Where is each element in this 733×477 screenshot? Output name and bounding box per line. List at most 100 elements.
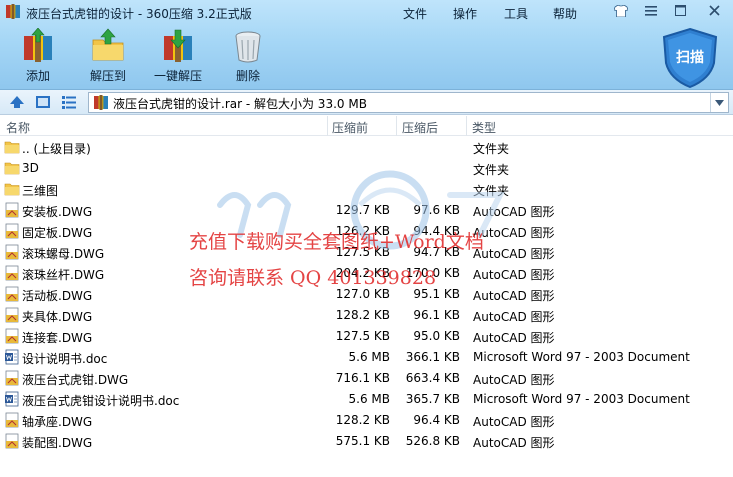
- table-row[interactable]: 固定板.DWG 126.2 KB 94.4 KB AutoCAD 图形: [0, 221, 733, 242]
- file-original-size: 96.4 KB: [413, 413, 460, 427]
- table-row[interactable]: 滚珠丝杆.DWG 204.2 KB 170.0 KB AutoCAD 图形: [0, 263, 733, 284]
- table-row[interactable]: 装配图.DWG 575.1 KB 526.8 KB AutoCAD 图形: [0, 431, 733, 452]
- address-field[interactable]: 液压台式虎钳的设计.rar - 解包大小为 33.0 MB: [88, 92, 729, 113]
- restore-button[interactable]: [669, 2, 691, 19]
- dwg-file-icon: [5, 433, 19, 449]
- file-type: Microsoft Word 97 - 2003 Document: [473, 392, 690, 406]
- skin-button[interactable]: [610, 2, 632, 19]
- file-type: AutoCAD 图形: [473, 373, 555, 387]
- dwg-file-icon: [5, 307, 19, 323]
- menu-file[interactable]: 文件: [403, 5, 427, 22]
- title-toolbar-area: 液压台式虎钳的设计 - 360压缩 3.2正式版 文件 操作 工具 帮助 添加 …: [0, 0, 733, 90]
- file-original-size: 94.7 KB: [413, 245, 460, 259]
- column-type[interactable]: 类型: [472, 119, 496, 136]
- column-original[interactable]: 压缩后: [402, 119, 438, 136]
- file-type: 文件夹: [473, 163, 510, 177]
- list-view-icon[interactable]: [61, 94, 77, 110]
- close-button[interactable]: [703, 2, 725, 19]
- table-row[interactable]: 夹具体.DWG 128.2 KB 96.1 KB AutoCAD 图形: [0, 305, 733, 326]
- add-archive-icon: [24, 28, 52, 62]
- add-button[interactable]: 添加: [8, 28, 68, 86]
- table-row[interactable]: 活动板.DWG 127.0 KB 95.1 KB AutoCAD 图形: [0, 284, 733, 305]
- delete-button[interactable]: 删除: [218, 28, 278, 86]
- file-type: AutoCAD 图形: [473, 226, 555, 240]
- address-dropdown[interactable]: [710, 93, 728, 112]
- table-row[interactable]: 连接套.DWG 127.5 KB 95.0 KB AutoCAD 图形: [0, 326, 733, 347]
- file-name: 活动板.DWG: [22, 289, 93, 303]
- file-compressed-size: 204.2 KB: [335, 266, 390, 280]
- file-name: 液压台式虎钳设计说明书.doc: [22, 394, 180, 408]
- column-compressed[interactable]: 压缩前: [332, 119, 368, 136]
- extract-to-button[interactable]: 解压到: [78, 28, 138, 86]
- file-compressed-size: 127.5 KB: [335, 329, 390, 343]
- add-label: 添加: [25, 69, 50, 83]
- thumbnail-view-icon[interactable]: [35, 94, 51, 110]
- file-name: 滚珠丝杆.DWG: [22, 268, 105, 282]
- extract-to-label: 解压到: [89, 69, 126, 83]
- file-name: 3D: [22, 161, 39, 175]
- menu-dropdown-button[interactable]: [640, 2, 662, 19]
- file-name: 固定板.DWG: [22, 226, 93, 240]
- one-click-extract-label: 一键解压: [153, 69, 202, 83]
- table-row[interactable]: 滚珠螺母.DWG 127.5 KB 94.7 KB AutoCAD 图形: [0, 242, 733, 263]
- column-separator[interactable]: [466, 116, 467, 136]
- file-compressed-size: 5.6 MB: [348, 350, 390, 364]
- file-name: 滚珠螺母.DWG: [22, 247, 105, 261]
- word-doc-icon: [5, 349, 19, 365]
- table-row[interactable]: 液压台式虎钳设计说明书.doc 5.6 MB 365.7 KB Microsof…: [0, 389, 733, 410]
- file-compressed-size: 128.2 KB: [335, 413, 390, 427]
- scan-label: 扫描: [676, 50, 704, 66]
- file-compressed-size: 129.7 KB: [335, 203, 390, 217]
- file-name: 连接套.DWG: [22, 331, 93, 345]
- close-icon: [708, 5, 720, 16]
- menu-operation[interactable]: 操作: [453, 5, 477, 22]
- dwg-file-icon: [5, 265, 19, 281]
- column-name[interactable]: 名称: [6, 119, 30, 136]
- up-arrow-icon[interactable]: [9, 94, 25, 110]
- dwg-file-icon: [5, 328, 19, 344]
- file-compressed-size: 128.2 KB: [335, 308, 390, 322]
- file-name: .. (上级目录): [22, 142, 91, 156]
- dwg-file-icon: [5, 244, 19, 260]
- table-row[interactable]: 三维图 文件夹: [0, 179, 733, 200]
- file-compressed-size: 127.0 KB: [335, 287, 390, 301]
- file-original-size: 170.0 KB: [405, 266, 460, 280]
- file-compressed-size: 127.5 KB: [335, 245, 390, 259]
- file-type: 文件夹: [473, 184, 510, 198]
- scan-button[interactable]: 扫描: [660, 27, 720, 89]
- file-type: AutoCAD 图形: [473, 247, 555, 261]
- file-name: 设计说明书.doc: [22, 352, 108, 366]
- file-name: 夹具体.DWG: [22, 310, 93, 324]
- file-type: 文件夹: [473, 142, 510, 156]
- one-click-extract-button[interactable]: 一键解压: [148, 28, 208, 86]
- table-row[interactable]: 液压台式虎钳.DWG 716.1 KB 663.4 KB AutoCAD 图形: [0, 368, 733, 389]
- hamburger-icon: [645, 5, 657, 16]
- column-separator[interactable]: [327, 116, 328, 136]
- table-row[interactable]: 轴承座.DWG 128.2 KB 96.4 KB AutoCAD 图形: [0, 410, 733, 431]
- menu-help[interactable]: 帮助: [553, 5, 577, 22]
- trash-icon: [235, 31, 261, 63]
- file-original-size: 663.4 KB: [405, 371, 460, 385]
- chevron-down-icon: [715, 99, 724, 106]
- restore-icon: [674, 5, 686, 16]
- file-type: AutoCAD 图形: [473, 331, 555, 345]
- file-compressed-size: 716.1 KB: [335, 371, 390, 385]
- dwg-file-icon: [5, 286, 19, 302]
- file-name: 装配图.DWG: [22, 436, 93, 450]
- file-name: 液压台式虎钳.DWG: [22, 373, 129, 387]
- one-click-extract-icon: [164, 29, 192, 62]
- file-type: AutoCAD 图形: [473, 310, 555, 324]
- file-original-size: 94.4 KB: [413, 224, 460, 238]
- file-type: AutoCAD 图形: [473, 268, 555, 282]
- dwg-file-icon: [5, 202, 19, 218]
- menu-tools[interactable]: 工具: [504, 5, 528, 22]
- file-original-size: 365.7 KB: [405, 392, 460, 406]
- column-separator[interactable]: [396, 116, 397, 136]
- table-row[interactable]: 安装板.DWG 129.7 KB 97.6 KB AutoCAD 图形: [0, 200, 733, 221]
- file-compressed-size: 126.2 KB: [335, 224, 390, 238]
- column-header-row: 名称 压缩前 压缩后 类型: [0, 116, 733, 136]
- table-row[interactable]: .. (上级目录) 文件夹: [0, 137, 733, 158]
- file-type: AutoCAD 图形: [473, 415, 555, 429]
- table-row[interactable]: 3D 文件夹: [0, 158, 733, 179]
- table-row[interactable]: 设计说明书.doc 5.6 MB 366.1 KB Microsoft Word…: [0, 347, 733, 368]
